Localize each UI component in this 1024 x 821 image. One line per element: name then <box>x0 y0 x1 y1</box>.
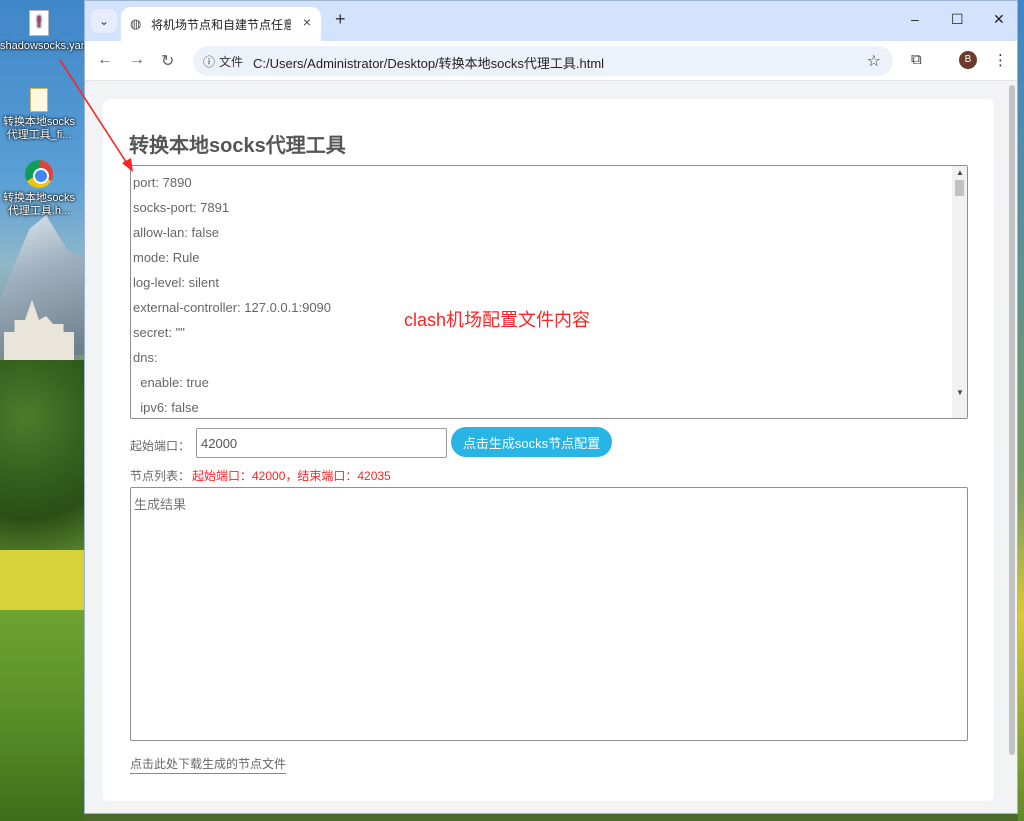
annotation-text: clash机场配置文件内容 <box>404 310 591 330</box>
new-tab-button[interactable]: + <box>335 9 346 30</box>
config-line: port: 7890 <box>133 175 192 190</box>
config-content: port: 7890 socks-port: 7891 allow-lan: f… <box>133 170 332 418</box>
result-textarea[interactable] <box>130 487 968 741</box>
reload-icon[interactable]: ↻ <box>161 51 174 71</box>
page-scrollbar[interactable] <box>1009 85 1015 755</box>
config-line: mode: Rule <box>133 250 200 265</box>
menu-kebab-icon[interactable]: ⋮ <box>993 51 1008 69</box>
config-line: dns: <box>133 350 158 365</box>
tab-close-icon[interactable]: × <box>303 14 311 30</box>
desktop-icon-tool-file[interactable]: 转换本地socks代理工具_fi... <box>0 88 78 142</box>
desktop-wallpaper-trees <box>0 360 84 550</box>
config-line: secret: "" <box>133 325 185 340</box>
generate-button[interactable]: 点击生成socks节点配置 <box>451 427 612 457</box>
scroll-down-icon[interactable]: ▼ <box>956 388 964 397</box>
config-line: log-level: silent <box>133 275 219 290</box>
desktop-icon-label: 转换本地socks代理工具.h... <box>2 192 76 217</box>
start-port-input[interactable] <box>196 428 447 458</box>
tab-active[interactable]: ◍ 将机场节点和自建节点任意协议 × <box>121 7 321 41</box>
desktop-wallpaper-right <box>1018 0 1024 821</box>
address-bar[interactable]: ⓘ 文件 C:/Users/Administrator/Desktop/转换本地… <box>193 46 893 76</box>
tab-bar: ⌄ ◍ 将机场节点和自建节点任意协议 × + – ☐ ✕ <box>85 1 1017 41</box>
config-textarea[interactable]: port: 7890 socks-port: 7891 allow-lan: f… <box>130 165 968 419</box>
config-line: ipv6: false <box>133 400 199 415</box>
config-line: allow-lan: false <box>133 225 219 240</box>
config-line: socks-port: 7891 <box>133 200 230 215</box>
scheme-label: 文件 <box>219 55 244 69</box>
extensions-icon[interactable]: ⧉ <box>911 51 922 68</box>
config-scrollbar[interactable]: ▲ ▼ <box>952 166 967 418</box>
desktop-icon-label: 转换本地socks代理工具_fi... <box>2 116 76 141</box>
file-icon <box>30 88 48 112</box>
tab-title: 将机场节点和自建节点任意协议 <box>151 18 291 32</box>
maximize-button[interactable]: ☐ <box>951 11 964 28</box>
desktop-wallpaper-grass <box>0 610 84 821</box>
bookmark-star-icon[interactable]: ☆ <box>867 51 881 71</box>
url-text[interactable]: C:/Users/Administrator/Desktop/转换本地socks… <box>253 53 604 72</box>
desktop-icon-shadowsocks-yaml[interactable]: ! shadowsocks.yaml <box>0 10 93 53</box>
globe-icon: ◍ <box>130 16 142 31</box>
minimize-button[interactable]: – <box>911 11 919 27</box>
config-line: external-controller: 127.0.0.1:9090 <box>133 300 332 315</box>
node-list-range: 起始端口：42000，结束端口：42035 <box>192 469 391 483</box>
page-viewport: 转换本地socks代理工具 port: 7890 socks-port: 789… <box>85 81 1017 813</box>
back-icon[interactable]: ← <box>97 51 113 69</box>
tool-card: 转换本地socks代理工具 port: 7890 socks-port: 789… <box>103 99 994 801</box>
yaml-file-icon: ! <box>29 10 49 36</box>
desktop-wallpaper-field <box>0 550 84 610</box>
browser-toolbar: ← → ↻ ⓘ 文件 C:/Users/Administrator/Deskto… <box>85 41 1017 81</box>
download-link[interactable]: 点击此处下载生成的节点文件 <box>130 755 287 774</box>
info-icon[interactable]: ⓘ <box>203 53 215 70</box>
scroll-up-icon[interactable]: ▲ <box>956 168 964 177</box>
forward-icon[interactable]: → <box>129 51 145 69</box>
page-title: 转换本地socks代理工具 <box>129 135 346 157</box>
close-window-button[interactable]: ✕ <box>993 11 1005 28</box>
profile-avatar[interactable]: B <box>959 51 977 69</box>
tab-search-button[interactable]: ⌄ <box>91 9 117 33</box>
desktop-wallpaper-bottom <box>84 814 1024 821</box>
start-port-label: 起始端口： <box>130 439 191 453</box>
desktop-icon-tool-html[interactable]: 转换本地socks代理工具.h... <box>0 160 78 218</box>
browser-window: ⌄ ◍ 将机场节点和自建节点任意协议 × + – ☐ ✕ ← → ↻ ⓘ 文件 … <box>84 0 1018 814</box>
config-line: enable: true <box>133 375 209 390</box>
node-list-label: 节点列表： <box>130 469 191 483</box>
desktop-icon-label: shadowsocks.yaml <box>0 40 93 52</box>
scroll-thumb[interactable] <box>955 180 964 196</box>
chrome-icon <box>25 160 53 188</box>
